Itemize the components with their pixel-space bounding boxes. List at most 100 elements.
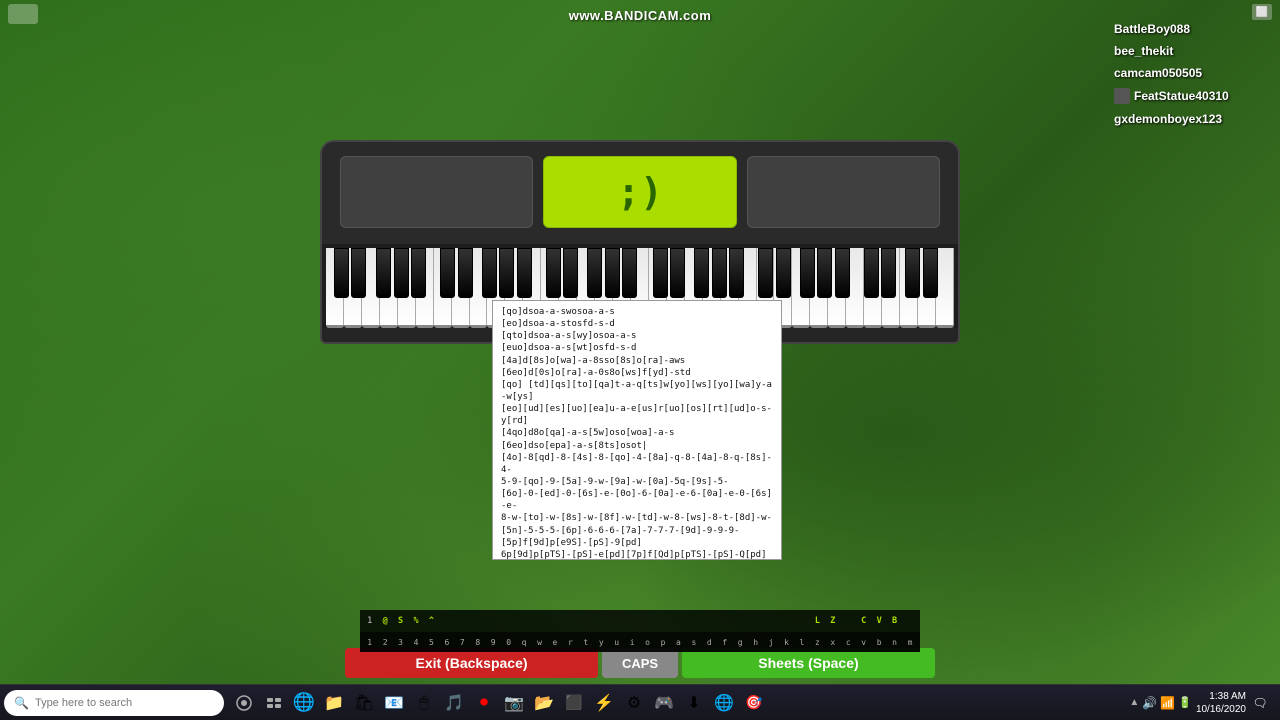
taskbar-cursor-icon[interactable]: 🖱 — [410, 689, 438, 717]
keyboard-labels-outer: 1 @ S % ^ L Z C V B 1 — [360, 610, 920, 652]
kb-num-a: a — [671, 638, 686, 647]
black-key-4[interactable] — [394, 248, 409, 298]
chat-user-5: gxdemonboyex123 — [1110, 110, 1270, 128]
taskbar-search[interactable]: 🔍 Type here to search — [4, 690, 224, 716]
top-right-button[interactable]: ⬜ — [1252, 4, 1272, 20]
black-key-12[interactable] — [563, 248, 578, 298]
taskbar-icons: 🌐 📁 🛍 📧 🖱 🎵 ⏺ 📷 📂 ⬛ ⚡ ⚙ 🎮 ⬇ 🌐 🎯 — [230, 689, 768, 717]
kb-num-z: z — [810, 638, 825, 647]
taskbar: 🔍 Type here to search 🌐 📁 🛍 📧 🖱 🎵 ⏺ 📷 📂 … — [0, 684, 1280, 720]
taskbar-music-icon[interactable]: 🎵 — [440, 689, 468, 717]
taskbar-store-icon[interactable]: 🛍 — [350, 689, 378, 717]
sheet-panel[interactable]: [qo]dsoa-a-swosoa-a-s [eo]dsoa-a-stosfd-… — [492, 300, 782, 560]
black-key-23[interactable] — [800, 248, 815, 298]
kb-num-e: e — [547, 638, 562, 647]
black-key-9[interactable] — [499, 248, 514, 298]
sheets-button[interactable]: Sheets (Space) — [682, 648, 935, 678]
exit-button[interactable]: Exit (Backspace) — [345, 648, 598, 678]
piano-screens: ;) — [340, 156, 940, 228]
taskbar-edge-icon[interactable]: 🌐 — [290, 689, 318, 717]
taskbar-network-icon[interactable]: 🌐 — [710, 689, 738, 717]
taskbar-cortana-icon[interactable] — [230, 689, 258, 717]
black-key-11[interactable] — [546, 248, 561, 298]
black-key-5[interactable] — [411, 248, 426, 298]
clock-time: 1:38 AM — [1196, 690, 1246, 703]
taskbar-taskview-icon[interactable] — [260, 689, 288, 717]
taskbar-mail-icon[interactable]: 📧 — [380, 689, 408, 717]
kb-num-l: l — [794, 638, 809, 647]
search-placeholder: Type here to search — [35, 697, 132, 709]
tray-volume[interactable]: 📶 — [1160, 696, 1175, 710]
black-key-10[interactable] — [517, 248, 532, 298]
black-key-2[interactable] — [351, 248, 366, 298]
sheet-content: [qo]dsoa-a-swosoa-a-s [eo]dsoa-a-stosfd-… — [493, 301, 781, 560]
tray-network[interactable]: 🔊 — [1142, 696, 1157, 710]
taskbar-roblox-icon[interactable]: 🎯 — [740, 689, 768, 717]
taskbar-record-icon[interactable]: ⏺ — [470, 689, 498, 717]
black-key-18[interactable] — [694, 248, 709, 298]
kb-num-d: d — [702, 638, 717, 647]
kb-top-C: C — [856, 616, 871, 626]
kb-num-x: x — [825, 638, 840, 647]
black-key-26[interactable] — [864, 248, 879, 298]
taskbar-game-icon[interactable]: 🎮 — [650, 689, 678, 717]
kb-num-g: g — [733, 638, 748, 647]
kb-num-q: q — [516, 638, 531, 647]
kb-num-u: u — [609, 638, 624, 647]
taskbar-settings-icon[interactable]: ⚙ — [620, 689, 648, 717]
caps-button[interactable]: CAPS — [602, 648, 678, 678]
black-key-3[interactable] — [376, 248, 391, 298]
piano-display-text: ;) — [617, 170, 663, 214]
piano-screen-left — [340, 156, 533, 228]
kb-num-j: j — [763, 638, 778, 647]
taskbar-power-icon[interactable]: ⚡ — [590, 689, 618, 717]
black-key-7[interactable] — [458, 248, 473, 298]
kb-top-pct: % — [408, 616, 423, 626]
kb-num-t: t — [578, 638, 593, 647]
tray-battery[interactable]: 🔋 — [1178, 696, 1192, 709]
notification-button[interactable]: 🗨 — [1250, 693, 1270, 713]
black-key-28[interactable] — [905, 248, 920, 298]
taskbar-screenshot-icon[interactable]: 📷 — [500, 689, 528, 717]
black-key-17[interactable] — [670, 248, 685, 298]
kb-top-at: @ — [377, 616, 392, 626]
black-key-1[interactable] — [334, 248, 349, 298]
bottom-buttons: Exit (Backspace) CAPS Sheets (Space) — [345, 648, 935, 678]
black-key-25[interactable] — [835, 248, 850, 298]
kb-num-o: o — [640, 638, 655, 647]
bandicam-watermark: www.BANDICAM.com — [569, 8, 712, 23]
black-key-8[interactable] — [482, 248, 497, 298]
black-key-22[interactable] — [776, 248, 791, 298]
kb-num-2: 2 — [377, 638, 392, 647]
piano-screen-right — [747, 156, 940, 228]
black-key-13[interactable] — [587, 248, 602, 298]
kb-num-4: 4 — [408, 638, 423, 647]
taskbar-right: ▲ 🔊 📶 🔋 1:38 AM 10/16/2020 🗨 — [1129, 690, 1276, 716]
kb-num-5: 5 — [424, 638, 439, 647]
chat-user-2: bee_thekit — [1110, 42, 1270, 60]
black-key-16[interactable] — [653, 248, 668, 298]
kb-num-0: 0 — [501, 638, 516, 647]
taskbar-gpu-icon[interactable]: ⬛ — [560, 689, 588, 717]
black-key-20[interactable] — [729, 248, 744, 298]
kb-top-L: L — [810, 616, 825, 626]
tray-arrow[interactable]: ▲ — [1129, 697, 1139, 708]
white-key-35[interactable] — [936, 248, 954, 328]
system-clock[interactable]: 1:38 AM 10/16/2020 — [1196, 690, 1246, 716]
kb-top-1: 1 — [362, 616, 377, 626]
black-key-24[interactable] — [817, 248, 832, 298]
keyboard-bottom-labels: 1 2 3 4 5 6 7 8 9 0 q w e r t y u i o p … — [360, 632, 920, 652]
taskbar-download-icon[interactable]: ⬇ — [680, 689, 708, 717]
kb-num-f: f — [717, 638, 732, 647]
taskbar-files-icon[interactable]: 📁 — [320, 689, 348, 717]
black-key-15[interactable] — [622, 248, 637, 298]
kb-top-B: B — [887, 616, 902, 626]
chat-panel: BattleBoy088 bee_thekit camcam050505 Fea… — [1110, 20, 1270, 128]
black-key-21[interactable] — [758, 248, 773, 298]
black-key-27[interactable] — [881, 248, 896, 298]
black-key-19[interactable] — [712, 248, 727, 298]
taskbar-folder-icon[interactable]: 📂 — [530, 689, 558, 717]
black-key-29[interactable] — [923, 248, 938, 298]
black-key-14[interactable] — [605, 248, 620, 298]
black-key-6[interactable] — [440, 248, 455, 298]
